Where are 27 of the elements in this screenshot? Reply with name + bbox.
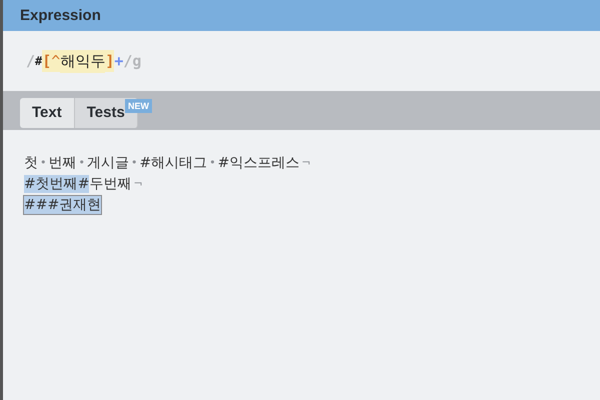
match-highlight: #첫번째# (24, 174, 90, 192)
expression-token: + (114, 51, 124, 72)
text-run: #익스프레스 (218, 154, 300, 172)
text-run: #해시태그 (140, 154, 208, 172)
whitespace-marker: ¬ (300, 156, 312, 169)
expression-token: ^ (51, 50, 60, 72)
expression-token: g (132, 51, 142, 72)
match-highlight: ###권재현 (24, 196, 102, 214)
whitespace-marker: • (208, 156, 217, 169)
text-run: 첫 (24, 154, 38, 172)
new-badge: NEW (125, 99, 152, 113)
expression-token: ] (105, 50, 114, 72)
text-editor[interactable]: 첫•번째•게시글•#해시태그•#익스프레스¬ #첫번째#두번째¬ ###권재현 (0, 130, 600, 400)
section-title: Expression (20, 7, 101, 24)
text-run: 두번째 (89, 174, 132, 192)
expression-token: # (35, 53, 42, 70)
whitespace-marker: • (78, 156, 86, 169)
expression-token: / (26, 51, 36, 72)
tab[interactable]: Text (20, 98, 75, 128)
whitespace-marker: • (39, 156, 48, 169)
text-run: 게시글 (87, 154, 129, 172)
text-run: 번째 (48, 154, 76, 172)
expression-token: 해익두 (60, 50, 106, 72)
whitespace-marker: ¬ (132, 177, 144, 190)
expression-token: / (123, 51, 132, 72)
expression-token: [ (42, 50, 52, 72)
whitespace-marker: • (130, 156, 138, 169)
